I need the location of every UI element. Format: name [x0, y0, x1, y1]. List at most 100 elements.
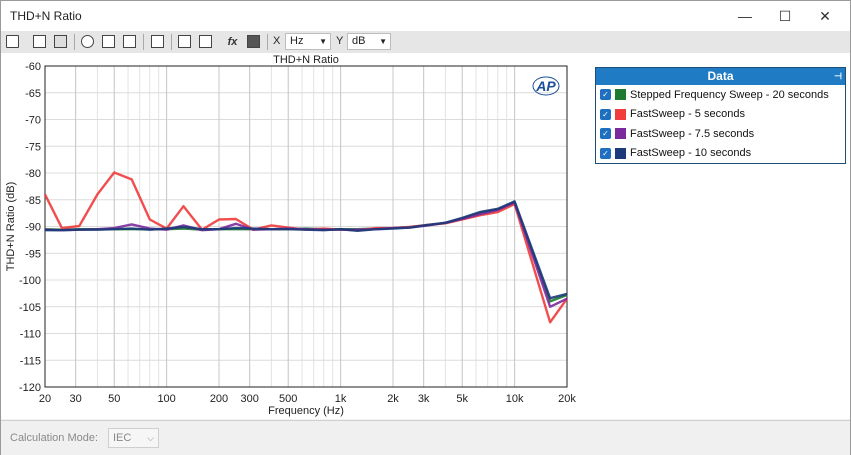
legend-label: FastSweep - 10 seconds: [630, 147, 752, 160]
gear-icon: [247, 35, 260, 48]
y-axis-title: THD+N Ratio (dB): [5, 182, 17, 272]
zoom-icon: [81, 35, 94, 48]
toolbar-divider: [171, 34, 172, 50]
x-tick-label: 30: [70, 393, 82, 405]
y-tick-label: -120: [19, 382, 41, 394]
y-tick-label: -95: [25, 248, 41, 260]
y-tick-label: -70: [25, 115, 41, 127]
pan-button[interactable]: [100, 33, 117, 50]
app-window: THD+N Ratio — ☐ ✕ fx X Hz ▼ Y dB ▼ -60 -65 -…: [0, 0, 851, 455]
pan-icon: [102, 35, 115, 48]
crosshair-icon: [151, 35, 164, 48]
toolbar-divider: [143, 34, 144, 50]
pin-icon[interactable]: ⊣: [834, 68, 842, 85]
status-bar: Calculation Mode: IEC ⌵: [1, 420, 850, 455]
legend-item[interactable]: ✓ FastSweep - 10 seconds: [596, 144, 845, 164]
legend-header: Data ⊣: [596, 68, 845, 85]
ap-logo: AP: [535, 78, 556, 94]
data-legend: Data ⊣ ✓ Stepped Frequency Sweep - 20 sec…: [595, 67, 846, 164]
x-tick-label: 5k: [456, 393, 468, 405]
x-unit-select[interactable]: Hz ▼: [285, 33, 331, 50]
title-bar: THD+N Ratio — ☐ ✕: [1, 1, 850, 31]
save-icon: [6, 35, 19, 48]
legend-label: FastSweep - 5 seconds: [630, 108, 745, 121]
close-button[interactable]: ✕: [805, 1, 845, 31]
legend-title: Data: [707, 69, 734, 83]
y-tick-label: -60: [25, 61, 41, 73]
checkbox-icon[interactable]: ✓: [600, 89, 611, 101]
checkbox-icon[interactable]: ✓: [600, 108, 611, 120]
toolbar-divider: [267, 34, 268, 50]
graph-options-button[interactable]: [197, 33, 214, 50]
x-tick-label: 500: [279, 393, 297, 405]
calc-mode-select[interactable]: IEC ⌵: [108, 428, 159, 448]
fit-button[interactable]: [121, 33, 138, 50]
y-unit-select[interactable]: dB ▼: [347, 33, 391, 50]
close-icon: ✕: [819, 7, 831, 24]
x-tick-label: 300: [240, 393, 258, 405]
series-line: [44, 201, 568, 309]
window-title: THD+N Ratio: [10, 9, 82, 23]
calc-mode-label: Calculation Mode:: [10, 432, 99, 444]
save-menu-button[interactable]: [4, 33, 21, 50]
chevron-down-icon: ⌵: [147, 433, 154, 443]
series-line: [45, 200, 568, 300]
cursor-button[interactable]: [149, 33, 166, 50]
legend-swatch: [615, 128, 626, 140]
legend-item[interactable]: ✓ FastSweep - 7.5 seconds: [596, 124, 845, 144]
y-tick-label: -85: [25, 195, 41, 207]
y-tick-label: -80: [25, 168, 41, 180]
copy-button[interactable]: [31, 33, 48, 50]
y-tick-label: -90: [25, 222, 41, 234]
x-tick-label: 1k: [335, 393, 347, 405]
maximize-button[interactable]: ☐: [765, 1, 805, 31]
x-tick-label: 2k: [387, 393, 399, 405]
y-tick-label: -100: [19, 275, 41, 287]
legend-item[interactable]: ✓ Stepped Frequency Sweep - 20 seconds: [596, 85, 845, 105]
x-tick-label: 200: [210, 393, 228, 405]
y-tick-label: -110: [20, 329, 41, 341]
y-tick-label: -65: [25, 88, 41, 100]
y-tick-label: -115: [20, 355, 41, 367]
function-icon: fx: [227, 35, 238, 48]
legend-label: Stepped Frequency Sweep - 20 seconds: [630, 88, 829, 101]
chart-title: THD+N Ratio: [273, 54, 339, 66]
y-tick-label: -75: [25, 141, 41, 153]
checkbox-icon[interactable]: ✓: [600, 128, 611, 140]
legend-label: FastSweep - 7.5 seconds: [630, 127, 755, 140]
legend-item[interactable]: ✓ FastSweep - 5 seconds: [596, 105, 845, 125]
calc-mode-value: IEC: [113, 432, 132, 444]
legend-swatch: [615, 108, 626, 120]
minimize-icon: —: [738, 8, 752, 24]
settings-button[interactable]: [245, 33, 262, 50]
x-tick-label: 50: [108, 393, 120, 405]
chevron-down-icon: ▼: [379, 37, 387, 46]
chevron-down-icon: ▼: [319, 37, 327, 46]
legend-rows: ✓ Stepped Frequency Sweep - 20 seconds ✓ Fa…: [596, 85, 845, 163]
x-axis-title: Frequency (Hz): [268, 405, 344, 417]
x-unit-value: Hz: [290, 35, 304, 47]
table-button[interactable]: [176, 33, 193, 50]
graph-icon: [199, 35, 212, 48]
toolbar-divider: [74, 34, 75, 50]
print-icon: [54, 35, 67, 48]
series-line: [44, 201, 568, 303]
checkbox-icon[interactable]: ✓: [600, 147, 611, 159]
x-tick-label: 10k: [506, 393, 524, 405]
legend-swatch: [615, 147, 626, 159]
print-button[interactable]: [52, 33, 69, 50]
copy-icon: [33, 35, 46, 48]
minimize-button[interactable]: —: [725, 1, 765, 31]
legend-swatch: [615, 89, 626, 101]
y-axis-label: Y: [336, 35, 344, 47]
table-icon: [178, 35, 191, 48]
x-tick-label: 100: [157, 393, 175, 405]
maximize-icon: ☐: [778, 7, 792, 24]
x-tick-label: 20: [39, 393, 51, 405]
x-tick-label: 20k: [558, 393, 576, 405]
toolbar: fx X Hz ▼ Y dB ▼: [1, 31, 850, 54]
x-axis-label: X: [273, 35, 281, 47]
y-tick-label: -105: [19, 302, 41, 314]
function-button[interactable]: fx: [224, 33, 241, 50]
zoom-button[interactable]: [79, 33, 96, 50]
